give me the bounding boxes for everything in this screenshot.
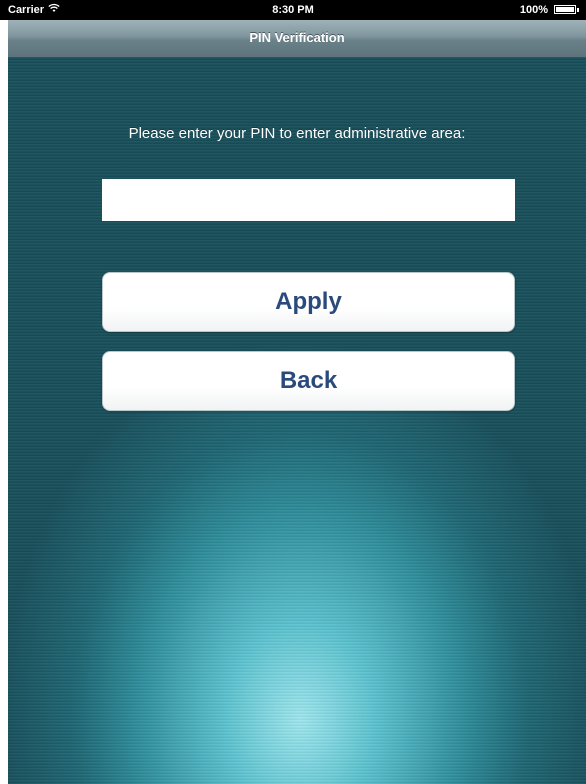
app-screen: PIN Verification Please enter your PIN t… bbox=[8, 0, 586, 784]
page-title: PIN Verification bbox=[249, 30, 345, 45]
battery-percentage: 100% bbox=[519, 4, 548, 16]
clock: 8:30 PM bbox=[272, 4, 314, 16]
apply-button[interactable]: Apply bbox=[102, 272, 515, 332]
status-bar: Carrier 8:30 PM 100% bbox=[0, 0, 586, 20]
navigation-bar: PIN Verification bbox=[8, 20, 586, 58]
back-button[interactable]: Back bbox=[102, 351, 515, 411]
pin-input[interactable] bbox=[102, 179, 515, 221]
pin-prompt: Please enter your PIN to enter administr… bbox=[128, 125, 466, 142]
device-frame: Carrier 8:30 PM 100% PIN Verification Pl… bbox=[0, 0, 586, 784]
battery-icon bbox=[554, 5, 579, 14]
